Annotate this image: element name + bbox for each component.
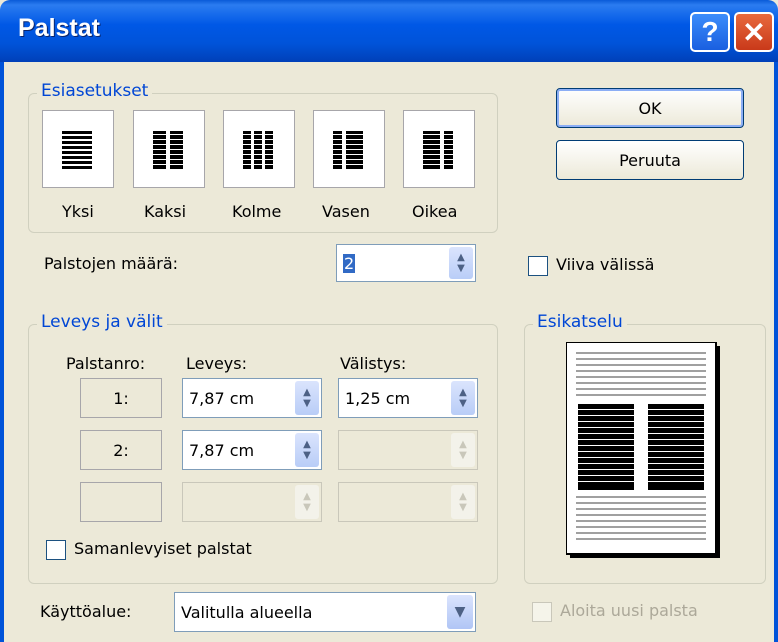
- apply-to-label: Käyttöalue:: [40, 602, 132, 621]
- row-2-number-text: 2:: [113, 440, 129, 460]
- one-column-icon: [62, 131, 92, 169]
- close-button[interactable]: ✕: [734, 12, 774, 52]
- preset-right-button[interactable]: [403, 110, 475, 188]
- row-3-number: [80, 482, 162, 522]
- cancel-label: Peruuta: [619, 150, 681, 170]
- preset-two-label[interactable]: Kaksi: [144, 202, 186, 221]
- spin-down-icon: ▼: [303, 398, 311, 409]
- row-2-width-value: 7,87 cm: [189, 440, 255, 460]
- spin-down-icon: ▼: [457, 263, 465, 274]
- row-1-number-text: 1:: [113, 388, 129, 408]
- new-column-checkbox: [532, 602, 552, 622]
- close-icon: ✕: [742, 16, 766, 48]
- presets-legend: Esiasetukset: [37, 81, 153, 101]
- left-columns-icon: [333, 131, 363, 169]
- spin-down-icon: ▼: [459, 398, 467, 409]
- title-bar: Palstat ? ✕: [0, 0, 778, 62]
- row-1-spacing-field[interactable]: 1,25 cm ▲ ▼: [338, 378, 478, 418]
- spin-up-icon: ▲: [303, 491, 311, 502]
- window-frame-right: [774, 62, 778, 642]
- column-count-field[interactable]: 2 ▲ ▼: [336, 244, 476, 282]
- row-3-spacing-spinner: ▲ ▼: [451, 485, 475, 519]
- preset-one-button[interactable]: [42, 110, 114, 188]
- column-count-value: 2: [343, 253, 356, 273]
- window-title: Palstat: [18, 14, 100, 42]
- equal-width-checkbox[interactable]: [46, 540, 66, 560]
- dropdown-arrow-icon[interactable]: ▼: [447, 595, 473, 629]
- preset-right-label[interactable]: Oikea: [412, 202, 457, 221]
- spin-up-icon: ▲: [459, 387, 467, 398]
- equal-width-label[interactable]: Samanlevyiset palstat: [74, 539, 252, 558]
- preview-page: [565, 341, 722, 560]
- preset-three-label[interactable]: Kolme: [232, 202, 281, 221]
- help-button[interactable]: ?: [690, 12, 730, 52]
- help-icon: ?: [701, 16, 719, 47]
- row-2-spacing-spinner: ▲ ▼: [451, 433, 475, 467]
- preview-legend: Esikatselu: [533, 312, 627, 332]
- preset-left-label[interactable]: Vasen: [322, 202, 370, 221]
- row-3-spacing-field: ▲ ▼: [338, 482, 478, 522]
- line-between-label[interactable]: Viiva välissä: [556, 255, 654, 274]
- spin-up-icon: ▲: [303, 439, 311, 450]
- line-between-checkbox[interactable]: [528, 256, 548, 276]
- two-columns-icon: [153, 131, 183, 169]
- row-1-width-spinner[interactable]: ▲ ▼: [295, 381, 319, 415]
- spin-up-icon: ▲: [459, 439, 467, 450]
- apply-to-select[interactable]: Valitulla alueella ▼: [174, 592, 476, 632]
- row-2-spacing-field: ▲ ▼: [338, 430, 478, 470]
- spacing-header: Välistys:: [340, 354, 407, 373]
- preset-two-button[interactable]: [133, 110, 205, 188]
- row-1-spacing-spinner[interactable]: ▲ ▼: [451, 381, 475, 415]
- row-2-width-field[interactable]: 7,87 cm ▲ ▼: [182, 430, 322, 470]
- cancel-button[interactable]: Peruuta: [556, 140, 744, 180]
- apply-to-value: Valitulla alueella: [181, 602, 313, 622]
- preset-three-button[interactable]: [223, 110, 295, 188]
- row-1-width-value: 7,87 cm: [189, 388, 255, 408]
- column-count-spinner[interactable]: ▲ ▼: [449, 247, 473, 279]
- three-columns-icon: [243, 131, 273, 169]
- preset-one-label[interactable]: Yksi: [62, 202, 94, 221]
- row-3-width-field: ▲ ▼: [182, 482, 322, 522]
- window-frame-left: [0, 62, 4, 642]
- ok-button[interactable]: OK: [556, 88, 744, 128]
- preview-page-icon: [565, 341, 720, 558]
- spin-down-icon: ▼: [459, 450, 467, 461]
- spin-down-icon: ▼: [459, 502, 467, 513]
- spin-up-icon: ▲: [303, 387, 311, 398]
- width-header: Leveys:: [186, 354, 247, 373]
- column-count-label: Palstojen määrä:: [44, 254, 179, 273]
- row-2-width-spinner[interactable]: ▲ ▼: [295, 433, 319, 467]
- row-3-width-spinner: ▲ ▼: [295, 485, 319, 519]
- spin-down-icon: ▼: [303, 450, 311, 461]
- col-num-header: Palstanro:: [66, 354, 146, 373]
- spin-up-icon: ▲: [459, 491, 467, 502]
- spin-down-icon: ▼: [303, 502, 311, 513]
- right-columns-icon: [423, 131, 453, 169]
- preset-left-button[interactable]: [313, 110, 385, 188]
- width-spacing-legend: Leveys ja välit: [37, 312, 167, 332]
- ok-label: OK: [638, 98, 662, 118]
- new-column-label: Aloita uusi palsta: [560, 601, 698, 620]
- row-1-spacing-value: 1,25 cm: [345, 388, 411, 408]
- row-1-width-field[interactable]: 7,87 cm ▲ ▼: [182, 378, 322, 418]
- row-1-number: 1:: [80, 378, 162, 418]
- spin-up-icon: ▲: [457, 252, 465, 263]
- row-2-number: 2:: [80, 430, 162, 470]
